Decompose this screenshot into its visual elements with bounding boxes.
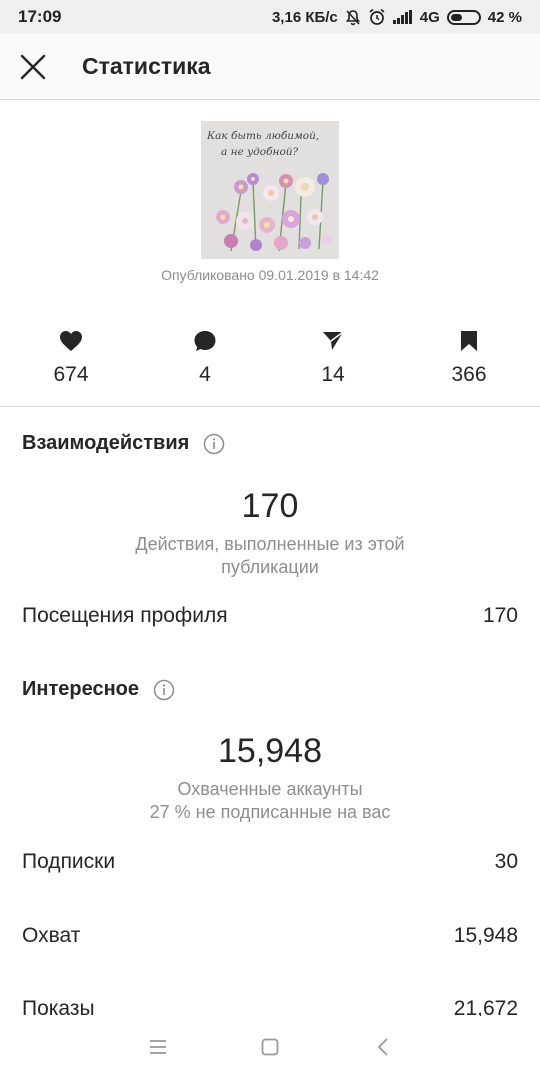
likes-count: 674 (21, 330, 121, 387)
stat-label: Подписки (22, 850, 116, 873)
stat-value: 170 (482, 604, 518, 627)
comments-count: 4 (155, 330, 255, 387)
discovery-title-text: Интересное (22, 678, 139, 700)
interactions-desc: Действия, выполненные из этой публикации (0, 533, 540, 579)
discovery-title: Интересное (22, 678, 175, 701)
send-icon (323, 331, 344, 350)
stat-value: 30 (494, 850, 518, 873)
likes-value: 674 (53, 363, 89, 386)
battery-level: 42 % (487, 8, 522, 26)
signal-icon (392, 10, 413, 24)
interactions-desc-line2: публикации (221, 557, 319, 577)
home-nav-button[interactable] (261, 1038, 279, 1061)
home-square-icon (261, 1038, 279, 1056)
system-nav-bar (0, 1016, 540, 1080)
page-title: Статистика (82, 53, 211, 79)
comment-icon (194, 331, 216, 351)
back-nav-button[interactable] (376, 1038, 390, 1061)
saves-value: 366 (451, 363, 487, 386)
stat-row: Подписки 30 (22, 850, 518, 874)
status-time: 17:09 (18, 7, 62, 26)
bell-off-icon (345, 9, 361, 26)
info-icon[interactable] (203, 433, 225, 455)
post-counts: 674 4 14 366 (0, 330, 540, 406)
discovery-desc-line1: Охваченные аккаунты (177, 779, 363, 799)
network-type: 4G (419, 8, 440, 26)
interactions-desc-line1: Действия, выполненные из этой (135, 534, 405, 554)
interactions-value: 170 (241, 487, 299, 525)
battery-icon (446, 9, 481, 25)
published-date: Опубликовано 09.01.2019 в 14:42 (161, 267, 379, 283)
status-right: 3,16 КБ/с 4G 42 % (272, 8, 522, 26)
interactions-title-text: Взаимодействия (22, 432, 190, 454)
back-chevron-icon (377, 1038, 388, 1056)
shares-value: 14 (321, 363, 345, 386)
close-icon (20, 54, 46, 79)
interactions-title: Взаимодействия (22, 432, 225, 455)
stat-label: Посещения профиля (22, 604, 228, 627)
discovery-desc-line2: 27 % не подписанные на вас (149, 802, 391, 822)
menu-icon (150, 1040, 166, 1054)
image-caption-line1: Как быть любимой, (206, 130, 319, 142)
post-thumbnail[interactable]: Как быть любимой, а не удобной? (201, 121, 339, 259)
stat-row: Посещения профиля 170 (22, 604, 518, 628)
status-bar: 17:09 3,16 КБ/с 4G 42 % (0, 0, 540, 34)
alarm-icon (368, 8, 386, 26)
info-icon[interactable] (153, 679, 175, 701)
stat-row: Охват 15,948 (22, 924, 518, 948)
stat-value: 15,948 (453, 924, 518, 947)
comments-value: 4 (199, 363, 211, 386)
network-speed: 3,16 КБ/с (271, 8, 338, 26)
bookmark-icon (461, 331, 477, 351)
image-caption-line2: а не удобной? (221, 146, 299, 158)
discovery-value: 15,948 (218, 732, 322, 770)
close-button[interactable] (0, 34, 66, 100)
heart-icon (60, 331, 82, 351)
menu-nav-button[interactable] (149, 1038, 167, 1061)
discovery-desc: Охваченные аккаунты 27 % не подписанные … (0, 778, 540, 824)
divider (0, 406, 540, 407)
app-header: Статистика (0, 34, 540, 100)
saves-count: 366 (419, 330, 519, 387)
shares-count: 14 (283, 330, 383, 387)
stat-label: Охват (22, 924, 81, 947)
